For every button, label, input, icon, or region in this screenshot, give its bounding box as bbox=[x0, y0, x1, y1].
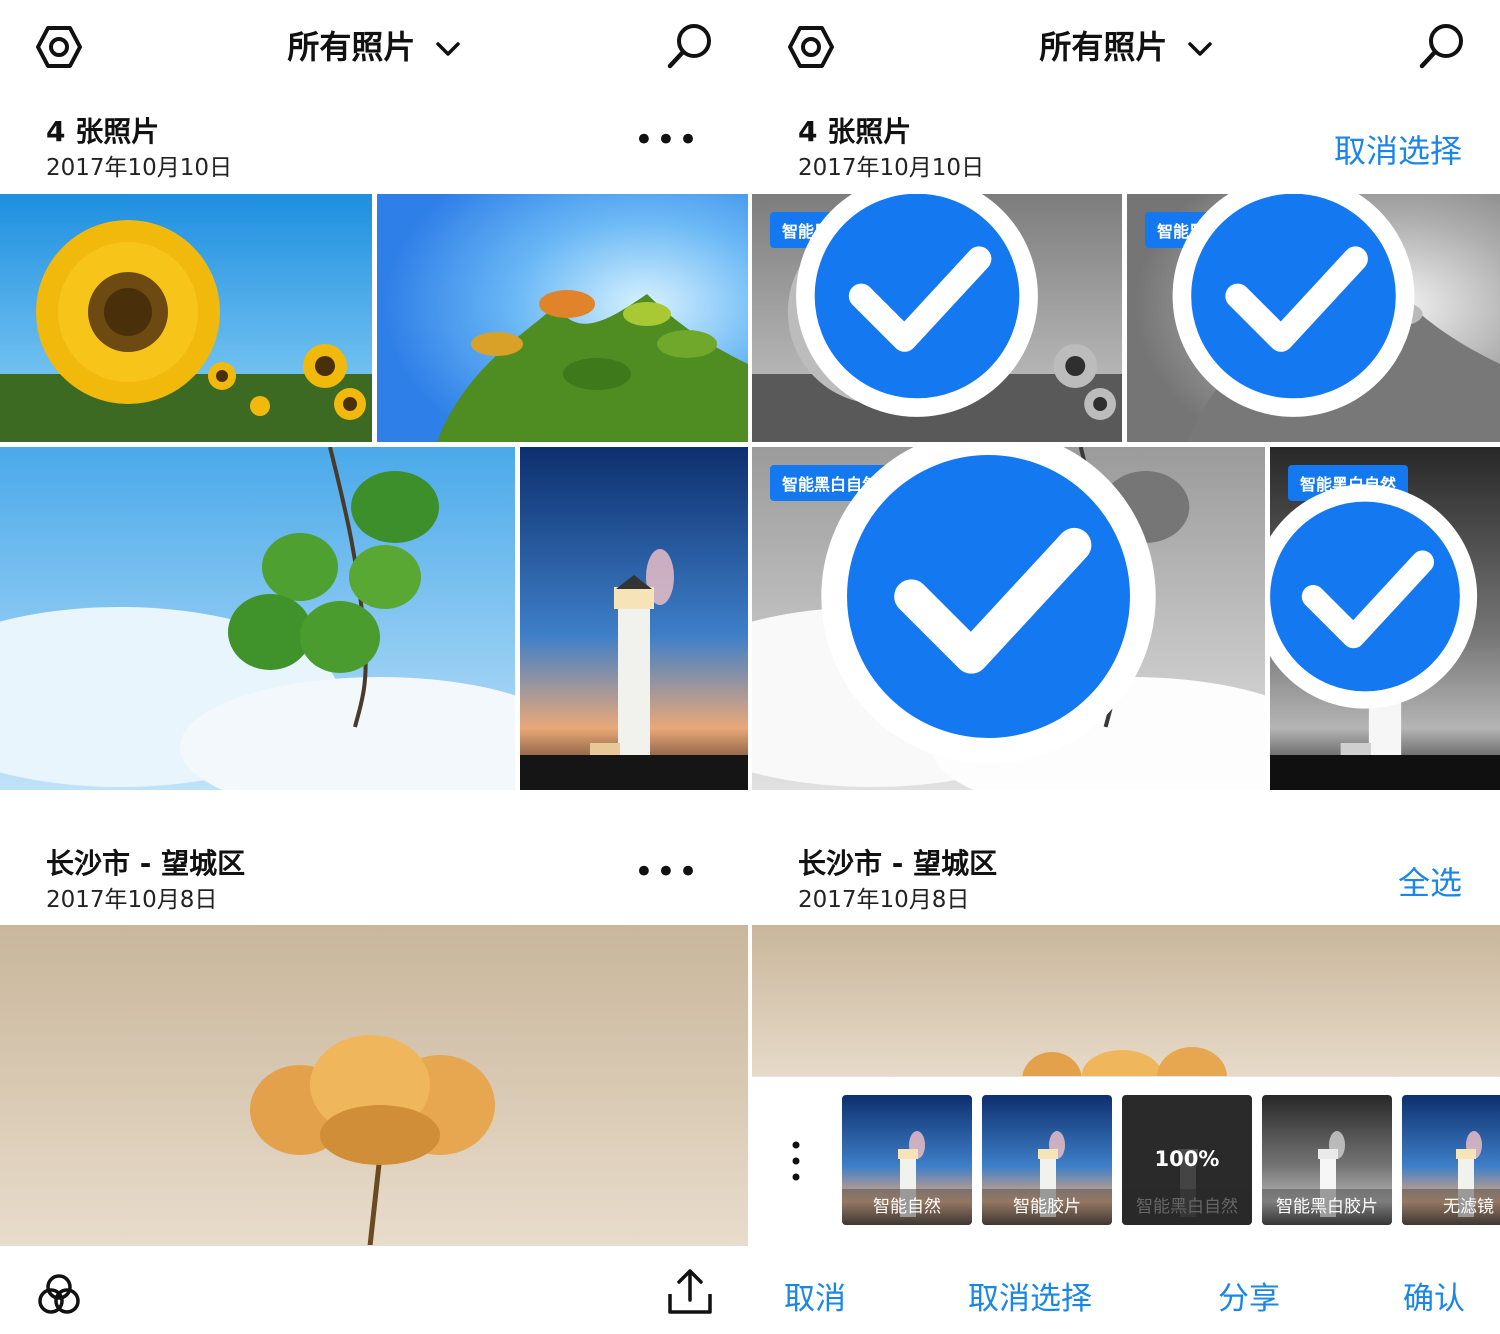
photo-sunflower[interactable] bbox=[0, 194, 372, 442]
filter-label: 无滤镜 bbox=[1402, 1189, 1500, 1225]
photo-orange-flower[interactable] bbox=[752, 925, 1500, 1085]
section-header: 长沙市 - 望城区 2017年10月8日 全选 bbox=[752, 842, 1500, 932]
checkmark-icon[interactable] bbox=[752, 194, 1102, 420]
section-date: 2017年10月10日 bbox=[46, 155, 233, 181]
album-switcher[interactable]: 所有照片 bbox=[752, 22, 1500, 68]
filter-panel: 智能自然 智能胶片 100% 智能黑白自然 智能黑白胶片 无滤镜 取消 取消选择… bbox=[752, 1076, 1500, 1334]
album-title: 所有照片 bbox=[287, 28, 416, 66]
checkmark-icon[interactable] bbox=[1270, 447, 1480, 768]
album-switcher[interactable]: 所有照片 bbox=[0, 22, 748, 68]
section-date: 2017年10月10日 bbox=[798, 155, 985, 181]
section-date: 2017年10月8日 bbox=[46, 887, 218, 913]
filter-strength-value: 100% bbox=[1154, 1147, 1220, 1171]
bottom-bar bbox=[0, 1245, 748, 1334]
chevron-down-icon bbox=[435, 42, 460, 56]
cancel-button[interactable]: 取消 bbox=[784, 1273, 846, 1318]
share-button[interactable]: 分享 bbox=[1218, 1273, 1280, 1318]
confirm-button[interactable]: 确认 bbox=[1403, 1273, 1465, 1318]
select-all-link[interactable]: 全选 bbox=[1398, 858, 1462, 904]
more-vertical-icon[interactable] bbox=[788, 1141, 804, 1181]
more-button[interactable]: ••• bbox=[634, 855, 700, 889]
filter-label: 智能自然 bbox=[842, 1189, 972, 1225]
photo-leaves-sky[interactable] bbox=[377, 194, 748, 442]
deselect-link[interactable]: 取消选择 bbox=[1334, 126, 1462, 172]
search-icon[interactable] bbox=[1418, 22, 1466, 70]
photo-leaves-sky-selected[interactable]: 智能黑白自然 bbox=[1127, 194, 1500, 442]
section-heading: 长沙市 - 望城区 bbox=[798, 847, 998, 880]
section-header: 长沙市 - 望城区 2017年10月8日 ••• bbox=[0, 842, 748, 932]
photo-sunflower-selected[interactable]: 智能黑白自然 bbox=[752, 194, 1122, 442]
photo-lighthouse[interactable] bbox=[520, 447, 748, 790]
photo-lighthouse-selected[interactable]: 智能黑白自然 bbox=[1270, 447, 1500, 790]
filter-label: 智能黑白胶片 bbox=[1262, 1189, 1392, 1225]
filter-thumb-smart-natural[interactable]: 智能自然 bbox=[842, 1095, 972, 1225]
top-bar: 所有照片 bbox=[0, 0, 748, 92]
checkmark-icon[interactable] bbox=[752, 447, 1245, 768]
action-bar: 取消 取消选择 分享 确认 bbox=[752, 1273, 1500, 1317]
section-heading: 长沙市 - 望城区 bbox=[46, 847, 246, 880]
photo-branch-leaves[interactable] bbox=[0, 447, 515, 790]
section-date: 2017年10月8日 bbox=[798, 887, 970, 913]
filter-thumb-smart-bw-film[interactable]: 智能黑白胶片 bbox=[1262, 1095, 1392, 1225]
checkmark-icon[interactable] bbox=[1127, 194, 1480, 420]
deselect-button[interactable]: 取消选择 bbox=[968, 1273, 1092, 1318]
section-header: 4 张照片 2017年10月10日 ••• bbox=[0, 110, 748, 200]
section-heading: 4 张照片 bbox=[798, 115, 912, 148]
section-heading: 4 张照片 bbox=[46, 115, 160, 148]
chevron-down-icon bbox=[1187, 42, 1212, 56]
top-bar: 所有照片 bbox=[752, 0, 1500, 92]
filters-icon[interactable] bbox=[36, 1272, 82, 1318]
more-button[interactable]: ••• bbox=[634, 123, 700, 157]
left-screen: 所有照片 4 张照片 2017年10月10日 ••• 长沙市 - 望城区 201… bbox=[0, 0, 748, 1334]
filter-thumb-smart-bw-natural[interactable]: 100% 智能黑白自然 bbox=[1122, 1095, 1252, 1225]
album-title: 所有照片 bbox=[1039, 28, 1168, 66]
right-screen: 所有照片 4 张照片 2017年10月10日 取消选择 智能黑白自然 智能黑白自… bbox=[752, 0, 1500, 1334]
filter-thumb-no-filter[interactable]: 无滤镜 bbox=[1402, 1095, 1500, 1225]
photo-orange-flower[interactable] bbox=[0, 925, 748, 1246]
search-icon[interactable] bbox=[666, 22, 714, 70]
filter-thumb-smart-film[interactable]: 智能胶片 bbox=[982, 1095, 1112, 1225]
photo-branch-leaves-selected[interactable]: 智能黑白自然 bbox=[752, 447, 1265, 790]
filter-label: 智能黑白自然 bbox=[1122, 1189, 1252, 1225]
share-icon[interactable] bbox=[666, 1268, 714, 1318]
section-header: 4 张照片 2017年10月10日 取消选择 bbox=[752, 110, 1500, 200]
filter-label: 智能胶片 bbox=[982, 1189, 1112, 1225]
